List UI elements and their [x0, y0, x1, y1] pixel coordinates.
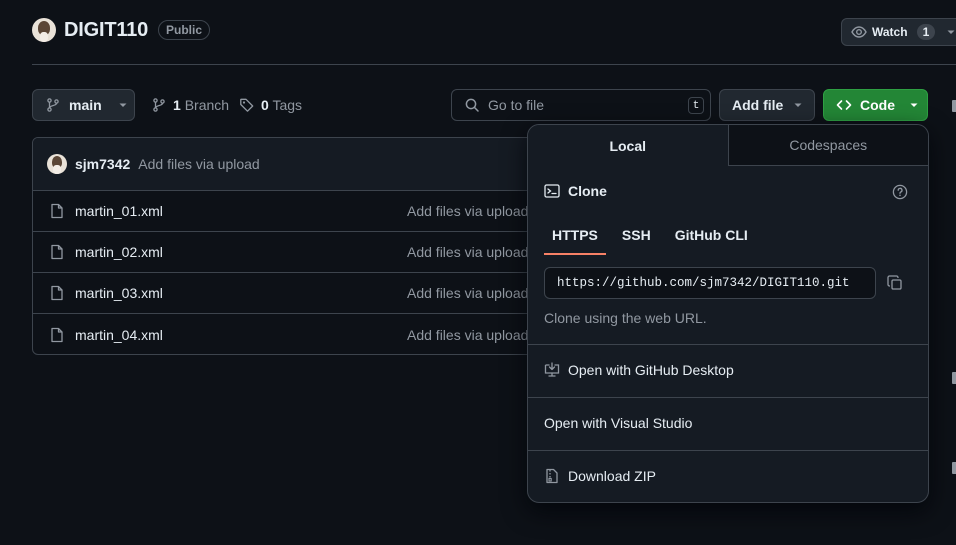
cropped-sidebar-fragment — [952, 372, 956, 384]
watch-button[interactable]: Watch 1 — [841, 18, 956, 46]
protocol-tabs: HTTPS SSH GitHub CLI — [544, 223, 756, 255]
open-github-desktop-item[interactable]: Open with GitHub Desktop — [544, 362, 734, 378]
file-zip-icon — [544, 468, 560, 484]
table-row[interactable]: martin_02.xml Add files via upload — [33, 232, 551, 273]
watch-count: 1 — [916, 24, 936, 40]
file-name[interactable]: martin_04.xml — [75, 327, 163, 343]
cropped-sidebar-fragment — [952, 462, 956, 474]
file-icon — [49, 285, 65, 301]
add-file-label: Add file — [732, 97, 784, 113]
tab-ssh[interactable]: SSH — [614, 223, 659, 255]
git-branch-icon — [45, 97, 61, 113]
clone-section-title: Clone — [544, 183, 607, 199]
search-icon — [464, 97, 480, 113]
go-to-file-placeholder: Go to file — [488, 97, 545, 113]
question-icon[interactable] — [892, 184, 908, 200]
branch-select-button[interactable]: main — [32, 89, 135, 121]
file-icon — [49, 203, 65, 219]
shortcut-key: t — [688, 97, 704, 114]
visibility-badge: Public — [158, 20, 211, 40]
file-commit-message[interactable]: Add files via upload — [407, 203, 528, 219]
code-icon — [836, 97, 852, 113]
file-commit-message[interactable]: Add files via upload — [407, 285, 528, 301]
repo-name[interactable]: DIGIT110 — [64, 19, 148, 42]
desktop-download-icon — [544, 362, 560, 378]
clone-hint: Clone using the web URL. — [544, 310, 707, 326]
table-row[interactable]: martin_01.xml Add files via upload — [33, 191, 551, 232]
tab-codespaces[interactable]: Codespaces — [728, 125, 928, 165]
git-branch-icon — [151, 97, 167, 113]
branch-name: main — [69, 97, 102, 113]
clone-url-field[interactable]: https://github.com/sjm7342/DIGIT110.git — [544, 267, 876, 299]
file-name[interactable]: martin_01.xml — [75, 203, 163, 219]
go-to-file-input[interactable]: Go to file t — [451, 89, 711, 121]
file-commit-message[interactable]: Add files via upload — [407, 327, 528, 343]
file-table: sjm7342 Add files via upload martin_01.x… — [32, 137, 552, 355]
clone-label: Clone — [568, 183, 607, 199]
open-visual-studio-label: Open with Visual Studio — [544, 415, 693, 431]
code-label: Code — [860, 97, 895, 113]
table-row[interactable]: martin_04.xml Add files via upload — [33, 314, 551, 354]
caret-down-icon — [909, 100, 919, 110]
open-github-desktop-label: Open with GitHub Desktop — [568, 362, 734, 378]
caret-down-icon — [793, 100, 803, 110]
eye-icon — [851, 24, 867, 40]
file-name[interactable]: martin_03.xml — [75, 285, 163, 301]
code-button[interactable]: Code — [823, 89, 928, 121]
add-file-button[interactable]: Add file — [719, 89, 815, 121]
dropdown-tabs: Local Codespaces — [528, 125, 928, 166]
dropdown-divider — [528, 344, 928, 345]
caret-down-icon[interactable] — [946, 27, 956, 37]
tab-local[interactable]: Local — [528, 125, 729, 166]
commit-message[interactable]: Add files via upload — [138, 156, 259, 172]
caret-down-icon — [118, 100, 128, 110]
tab-github-cli[interactable]: GitHub CLI — [667, 223, 756, 255]
download-zip-label: Download ZIP — [568, 468, 656, 484]
file-name[interactable]: martin_02.xml — [75, 244, 163, 260]
branches-label: Branch — [184, 97, 230, 113]
file-commit-message[interactable]: Add files via upload — [407, 244, 528, 260]
file-icon — [49, 327, 65, 343]
tags-count: 0 — [261, 97, 269, 113]
cropped-sidebar-fragment — [952, 100, 956, 112]
copy-icon[interactable] — [886, 274, 904, 292]
open-visual-studio-item[interactable]: Open with Visual Studio — [544, 415, 692, 431]
dropdown-divider — [528, 450, 928, 451]
branches-link[interactable]: 1 Branch — [151, 97, 229, 113]
watch-label: Watch — [872, 25, 908, 39]
owner-avatar[interactable] — [32, 18, 56, 42]
author-avatar[interactable] — [47, 154, 67, 174]
tags-link[interactable]: 0 Tags — [239, 97, 302, 113]
code-dropdown: Local Codespaces Clone HTTPS SSH GitHub … — [527, 124, 929, 503]
branches-count: 1 — [173, 97, 181, 113]
tags-label: Tags — [272, 97, 303, 113]
tag-icon — [239, 97, 255, 113]
terminal-icon — [544, 183, 560, 199]
commit-author[interactable]: sjm7342 — [75, 156, 130, 172]
repo-header: DIGIT110 Public — [32, 18, 211, 42]
tab-https[interactable]: HTTPS — [544, 223, 606, 255]
table-row[interactable]: martin_03.xml Add files via upload — [33, 273, 551, 314]
header-divider — [32, 64, 956, 65]
file-icon — [49, 244, 65, 260]
dropdown-divider — [528, 397, 928, 398]
latest-commit-bar: sjm7342 Add files via upload — [33, 138, 551, 191]
download-zip-item[interactable]: Download ZIP — [544, 468, 656, 484]
